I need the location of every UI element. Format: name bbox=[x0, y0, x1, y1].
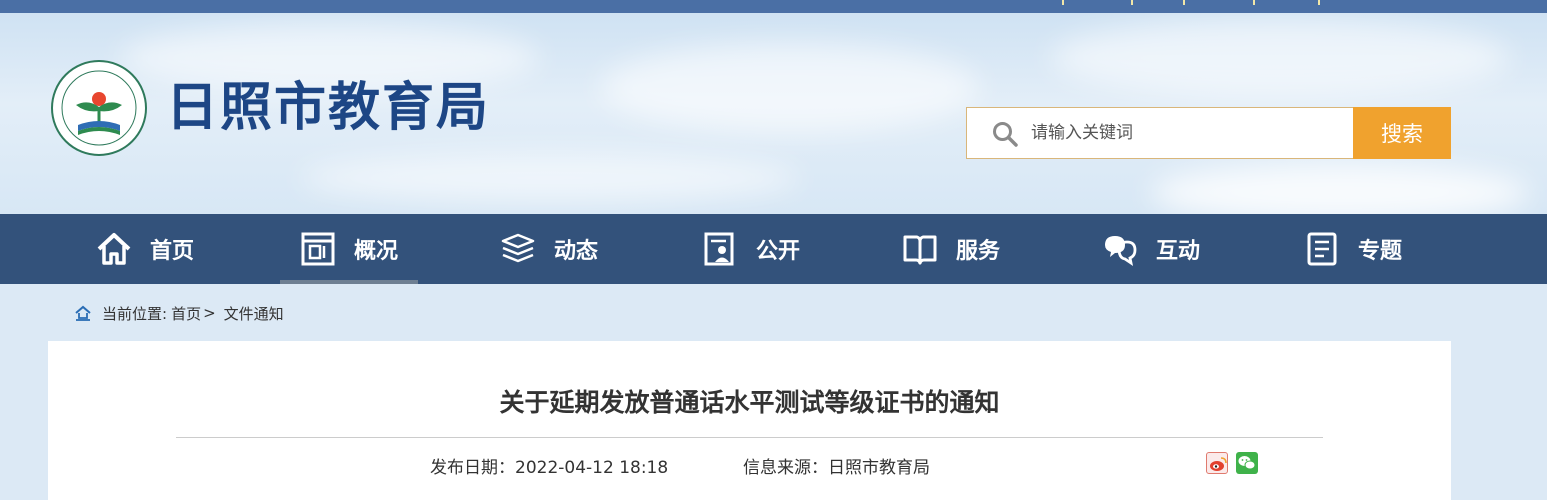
article-title: 关于延期发放普通话水平测试等级证书的通知 bbox=[499, 388, 1000, 417]
nav-label: 公开 bbox=[755, 239, 800, 264]
publish-date-label: 发布日期： bbox=[430, 458, 515, 478]
search-box[interactable] bbox=[966, 107, 1354, 159]
article-panel: 关于延期发放普通话水平测试等级证书的通知 发布日期：2022-04-12 18:… bbox=[48, 341, 1451, 500]
search-input[interactable] bbox=[1031, 116, 1331, 150]
book-icon bbox=[903, 235, 937, 265]
search-icon bbox=[993, 122, 1018, 147]
news-icon bbox=[501, 233, 535, 263]
nav-item-public[interactable]: 公开 bbox=[682, 214, 820, 284]
top-strip-mark bbox=[1131, 0, 1133, 5]
nav-label: 服务 bbox=[955, 239, 1000, 264]
title-divider bbox=[176, 437, 1323, 438]
public-info-icon bbox=[704, 232, 734, 266]
site-logo[interactable] bbox=[50, 59, 148, 157]
publish-date-value: 2022-04-12 18:18 bbox=[515, 458, 669, 478]
breadcrumb-prefix: 当前位置: bbox=[102, 304, 168, 323]
nav-item-news[interactable]: 动态 bbox=[480, 214, 618, 284]
topic-icon bbox=[1307, 232, 1337, 266]
overview-icon bbox=[301, 232, 335, 266]
nav-item-home[interactable]: 首页 bbox=[76, 214, 214, 284]
info-source-label: 信息来源： bbox=[743, 458, 828, 478]
nav-label: 专题 bbox=[1357, 239, 1402, 264]
chat-icon bbox=[1104, 236, 1137, 267]
search-button[interactable]: 搜索 bbox=[1353, 107, 1451, 159]
top-strip-mark bbox=[1062, 0, 1064, 5]
breadcrumb-home-link[interactable]: 首页 bbox=[171, 303, 201, 324]
home-icon bbox=[97, 233, 131, 265]
wechat-share-icon[interactable] bbox=[1236, 452, 1258, 474]
breadcrumb: 当前位置: 首页 > 文件通知 bbox=[74, 301, 284, 325]
publish-date: 发布日期：2022-04-12 18:18 bbox=[430, 453, 668, 478]
top-strip-mark bbox=[1318, 0, 1320, 5]
site-title[interactable]: 日照市教育局 bbox=[166, 73, 490, 143]
info-source-value: 日照市教育局 bbox=[828, 458, 930, 478]
breadcrumb-current-link[interactable]: 文件通知 bbox=[224, 303, 284, 324]
breadcrumb-separator: > bbox=[203, 304, 216, 322]
home-icon bbox=[75, 305, 91, 321]
nav-label: 互动 bbox=[1155, 239, 1200, 264]
top-strip bbox=[0, 0, 1547, 13]
nav-label: 动态 bbox=[553, 239, 598, 264]
info-source: 信息来源：日照市教育局 bbox=[743, 453, 930, 478]
site-header: 日照市教育局 搜索 bbox=[0, 13, 1547, 214]
nav-item-topics[interactable]: 专题 bbox=[1284, 214, 1422, 284]
nav-label: 概况 bbox=[353, 239, 398, 264]
nav-label: 首页 bbox=[149, 239, 194, 264]
nav-item-interaction[interactable]: 互动 bbox=[1082, 214, 1220, 284]
weibo-share-icon[interactable] bbox=[1206, 452, 1228, 474]
top-strip-mark bbox=[1183, 0, 1185, 5]
top-strip-mark bbox=[1253, 0, 1255, 5]
nav-item-service[interactable]: 服务 bbox=[882, 214, 1020, 284]
nav-item-overview[interactable]: 概况 bbox=[280, 214, 418, 284]
main-nav: 首页 概况 动态 公开 服务 互动 专题 bbox=[0, 214, 1547, 284]
